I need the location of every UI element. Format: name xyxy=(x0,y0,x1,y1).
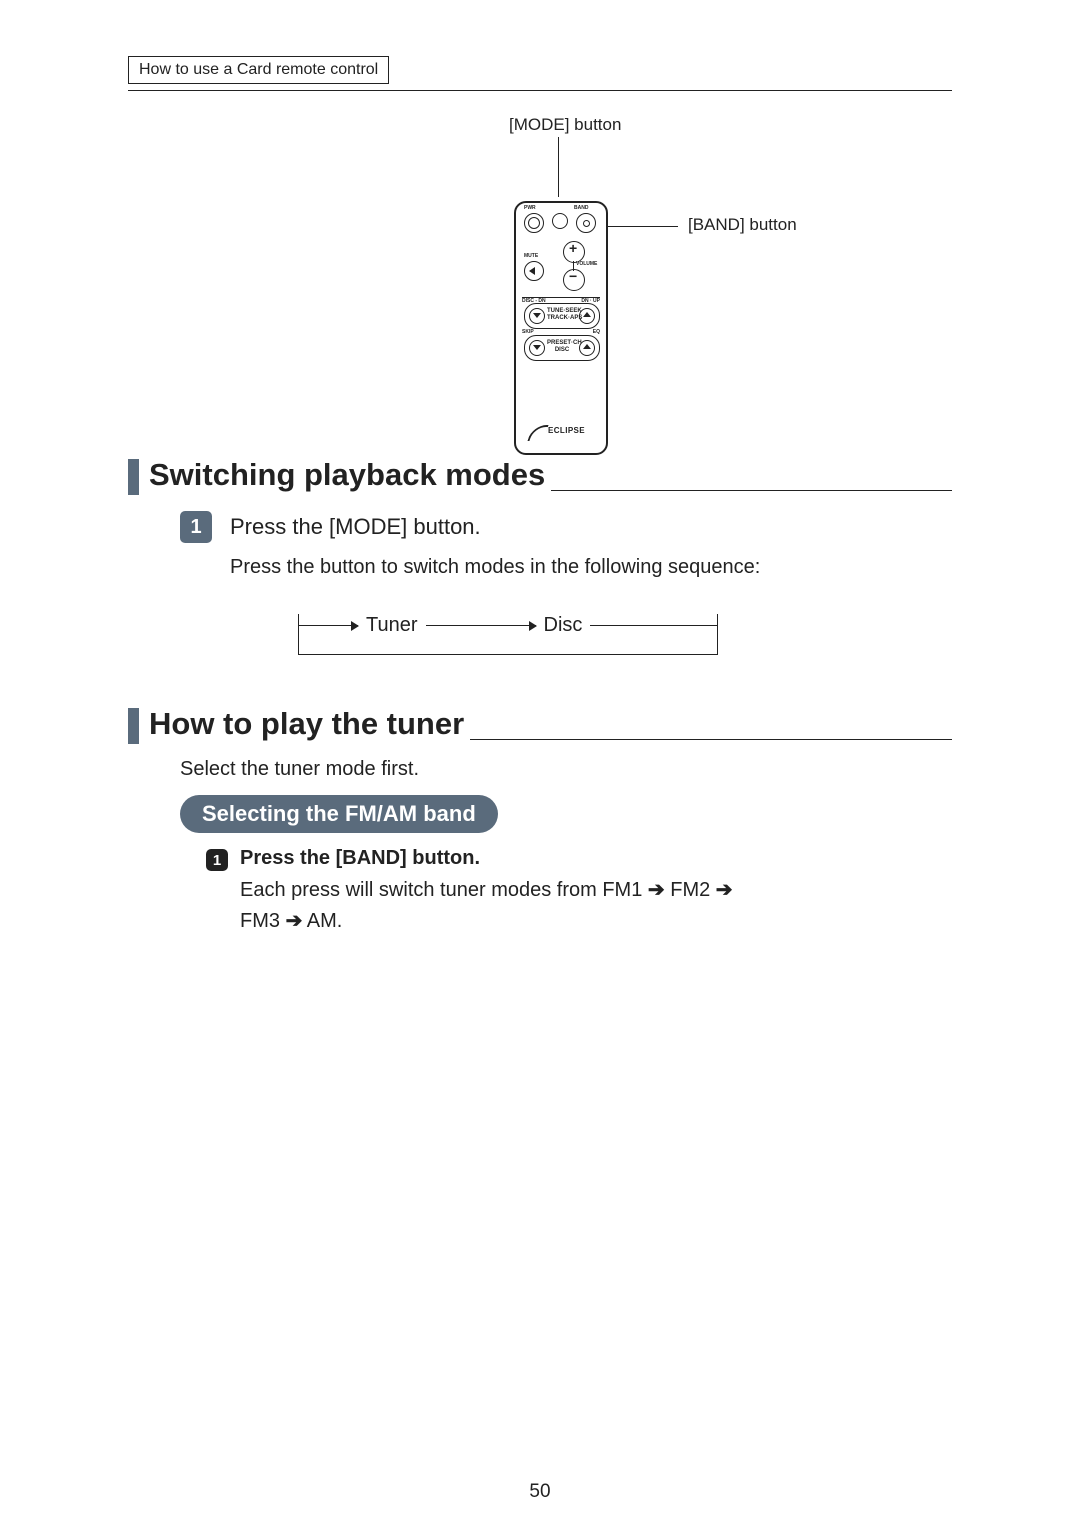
page-number: 50 xyxy=(0,1481,1080,1503)
pill-label: PRESET·CH DISC xyxy=(547,340,577,354)
heading-accent xyxy=(128,459,139,495)
band-label: BAND xyxy=(574,205,588,211)
row-label: SKIP xyxy=(522,329,534,335)
breadcrumb: How to use a Card remote control xyxy=(128,56,389,84)
text-fragment: FM3 xyxy=(240,910,286,932)
preset-disc-pill: PRESET·CH DISC xyxy=(524,335,600,361)
mute-label: MUTE xyxy=(524,253,538,259)
callout-line xyxy=(558,137,559,197)
flow-line xyxy=(590,625,718,626)
remote-control-outline: PWR BAND VOLUME MUTE DISC - DN DN · UP T… xyxy=(514,201,608,455)
mode-button-callout: [MODE] button xyxy=(509,115,621,135)
mode-sequence-diagram: Tuner Disc xyxy=(298,602,718,674)
flow-node-disc: Disc xyxy=(544,614,583,637)
manual-page: How to use a Card remote control [MODE] … xyxy=(0,0,1080,1533)
flow-node-tuner: Tuner xyxy=(366,614,418,637)
substep-body: Each press will switch tuner modes from … xyxy=(240,875,912,937)
pwr-button-icon xyxy=(524,213,544,233)
band-button-callout: [BAND] button xyxy=(688,215,797,235)
volume-label: VOLUME xyxy=(576,261,597,267)
pause-button-icon xyxy=(552,213,568,229)
row-label: EQ xyxy=(593,329,600,335)
section-heading: Switching playback modes xyxy=(128,457,952,495)
text-fragment: FM2 xyxy=(665,879,716,901)
mute-button-icon xyxy=(524,261,544,281)
substep-heading: Press the [BAND] button. xyxy=(240,847,480,870)
chevron-up-icon xyxy=(579,308,595,324)
arrow-icon xyxy=(298,625,358,626)
arrow-icon xyxy=(426,625,536,626)
pill-label: TUNE·SEEK TRACK·APS xyxy=(547,308,577,322)
brand-logo: ECLIPSE xyxy=(530,425,592,439)
substep-row: 1 Press the [BAND] button. xyxy=(206,847,912,871)
heading-accent xyxy=(128,708,139,744)
text-fragment: Each press will switch tuner modes from … xyxy=(240,879,648,901)
section-heading: How to play the tuner xyxy=(128,706,952,744)
volume-up-icon xyxy=(563,241,585,263)
tune-seek-pill: TUNE·SEEK TRACK·APS xyxy=(524,303,600,329)
section-title: How to play the tuner xyxy=(149,706,464,744)
band-button-icon xyxy=(576,213,596,233)
remote-diagram: [MODE] button [BAND] button PWR BAND VOL… xyxy=(128,115,952,445)
section-intro: Select the tuner mode first. xyxy=(180,758,952,781)
right-arrow-icon: ➔ xyxy=(648,875,665,906)
brand-logo-text: ECLIPSE xyxy=(548,426,585,435)
chevron-down-icon xyxy=(529,308,545,324)
step-number-badge: 1 xyxy=(180,511,212,543)
heading-rule xyxy=(551,490,952,491)
pwr-label: PWR xyxy=(524,205,536,211)
text-fragment: AM. xyxy=(302,910,342,932)
chevron-down-icon xyxy=(529,340,545,356)
step-instruction: Press the [MODE] button. xyxy=(230,511,481,540)
substep-number-badge: 1 xyxy=(206,849,228,871)
right-arrow-icon: ➔ xyxy=(716,875,733,906)
volume-down-icon xyxy=(563,269,585,291)
section-title: Switching playback modes xyxy=(149,457,545,495)
flow-line xyxy=(298,654,718,655)
subsection-pill: Selecting the FM/AM band xyxy=(180,795,498,833)
chevron-up-icon xyxy=(579,340,595,356)
header-rule xyxy=(128,90,952,91)
step-row: 1 Press the [MODE] button. xyxy=(180,511,952,543)
right-arrow-icon: ➔ xyxy=(286,906,303,937)
flow-line xyxy=(717,614,718,654)
heading-rule xyxy=(470,739,952,740)
step-description: Press the button to switch modes in the … xyxy=(230,553,942,582)
